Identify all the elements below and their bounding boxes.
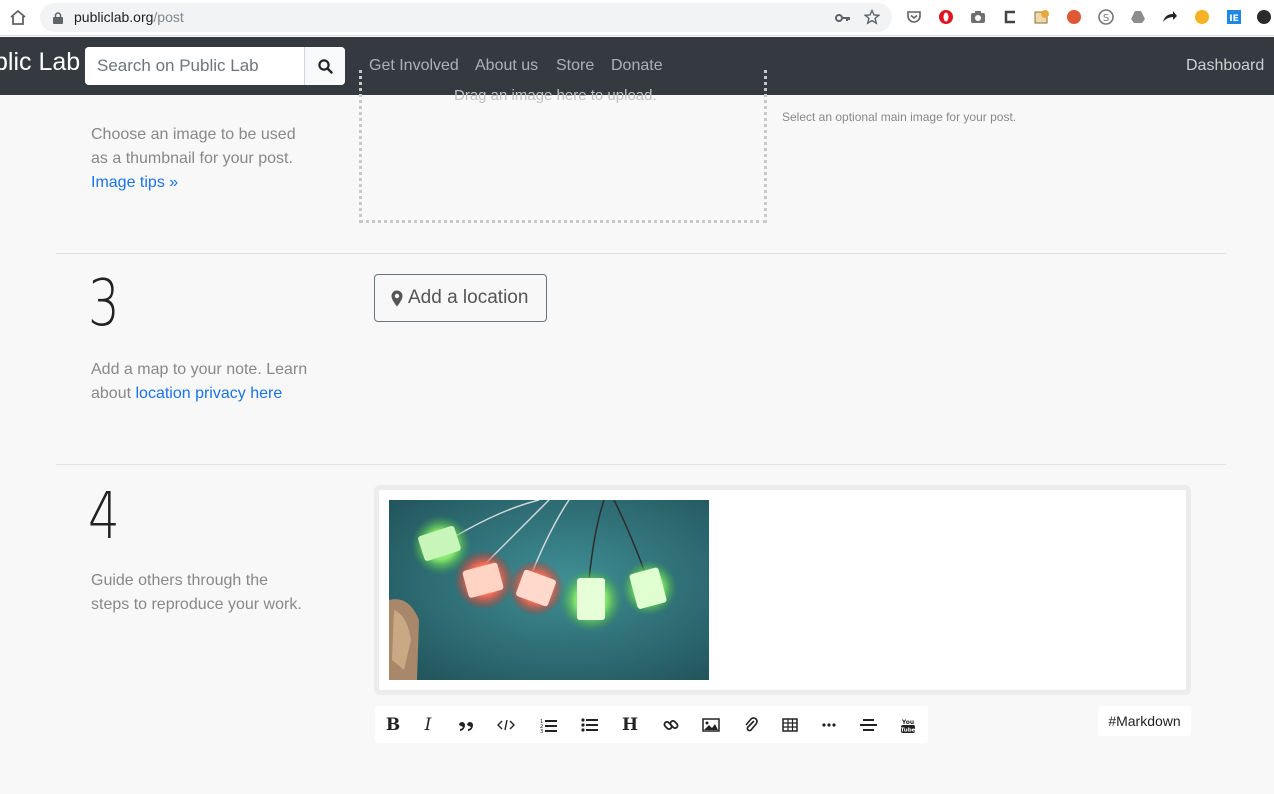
ordered-list-icon[interactable]: 123 — [537, 714, 559, 736]
step2-help: Choose an image to be used as a thumbnai… — [91, 123, 296, 195]
section-divider — [56, 253, 1226, 254]
step4-help-line1: Guide others through the — [91, 572, 269, 589]
search-button[interactable] — [304, 47, 345, 85]
link-icon[interactable] — [660, 714, 682, 736]
quote-icon[interactable] — [455, 714, 477, 736]
image-icon[interactable] — [700, 714, 722, 736]
puzzle-icon[interactable] — [1034, 9, 1050, 25]
drive-icon[interactable] — [1130, 9, 1146, 25]
dropzone-text: Drag an image here to upload. — [454, 87, 657, 104]
step3-help-line1: Add a map to your note. Learn — [91, 361, 308, 378]
lock-icon — [53, 11, 63, 24]
table-icon[interactable] — [779, 714, 801, 736]
svg-text:S: S — [1103, 13, 1109, 24]
menu-icon[interactable] — [1256, 9, 1272, 25]
coin-icon[interactable] — [1194, 9, 1210, 25]
image-tips-link[interactable]: Image tips » — [91, 174, 178, 191]
step2-help-line1: Choose an image to be used — [91, 126, 296, 143]
svg-text:IE: IE — [1229, 14, 1239, 24]
section-divider — [56, 464, 1226, 465]
skype-icon[interactable]: S — [1098, 9, 1114, 25]
step4-help: Guide others through the steps to reprod… — [91, 569, 302, 617]
arrow-icon[interactable] — [1162, 9, 1178, 25]
url-text: publiclab.org/post — [74, 9, 184, 25]
heading-icon[interactable]: H — [619, 714, 641, 736]
main-image-note: Select an optional main image for your p… — [782, 110, 1017, 124]
browser-chrome: publiclab.org/post S IE — [0, 0, 1274, 36]
add-location-label: Add a location — [408, 287, 529, 308]
editor-toolbar: B I 123 H You Tube — [375, 706, 928, 743]
code-icon[interactable] — [495, 714, 517, 736]
svg-text:Tube: Tube — [901, 727, 915, 733]
ie-icon[interactable]: IE — [1226, 9, 1242, 25]
step4-help-line2: steps to reproduce your work. — [91, 596, 302, 613]
step-4-number: 4 — [88, 480, 120, 554]
step2-help-line2: as a thumbnail for your post. — [91, 150, 293, 167]
add-location-button[interactable]: Add a location — [374, 274, 547, 322]
center-align-icon[interactable] — [857, 714, 879, 736]
camera-icon[interactable] — [970, 9, 986, 25]
markdown-badge[interactable]: #Markdown — [1098, 706, 1191, 736]
map-marker-icon — [391, 290, 403, 306]
key-icon[interactable] — [835, 11, 851, 25]
unordered-list-icon[interactable] — [578, 714, 600, 736]
site-brand[interactable]: blic Lab — [0, 48, 80, 77]
svg-text:3: 3 — [540, 729, 543, 733]
embedded-photo[interactable] — [389, 500, 709, 680]
opera-icon[interactable] — [938, 9, 954, 25]
pocket-icon[interactable] — [906, 9, 922, 25]
nav-dashboard[interactable]: Dashboard — [1186, 57, 1264, 75]
italic-icon[interactable]: I — [417, 714, 439, 736]
c-icon[interactable] — [1002, 9, 1018, 25]
step3-help: Add a map to your note. Learn about loca… — [91, 358, 307, 406]
address-bar[interactable]: publiclab.org/post — [40, 3, 892, 32]
svg-text:You: You — [901, 719, 914, 726]
search-icon — [317, 58, 333, 74]
search-input[interactable] — [85, 47, 304, 85]
search-box — [85, 47, 345, 85]
duckduckgo-icon[interactable] — [1066, 9, 1082, 25]
horizontal-rule-icon[interactable] — [818, 714, 840, 736]
attachment-icon[interactable] — [740, 714, 762, 736]
step-3-number: 3 — [88, 267, 120, 341]
youtube-icon[interactable]: You Tube — [897, 714, 919, 736]
home-icon[interactable] — [8, 8, 28, 28]
bold-icon[interactable]: B — [382, 714, 404, 736]
location-privacy-link[interactable]: location privacy here — [135, 385, 282, 402]
step3-help-pre: about — [91, 385, 136, 402]
bookmark-star-icon[interactable] — [863, 8, 881, 25]
